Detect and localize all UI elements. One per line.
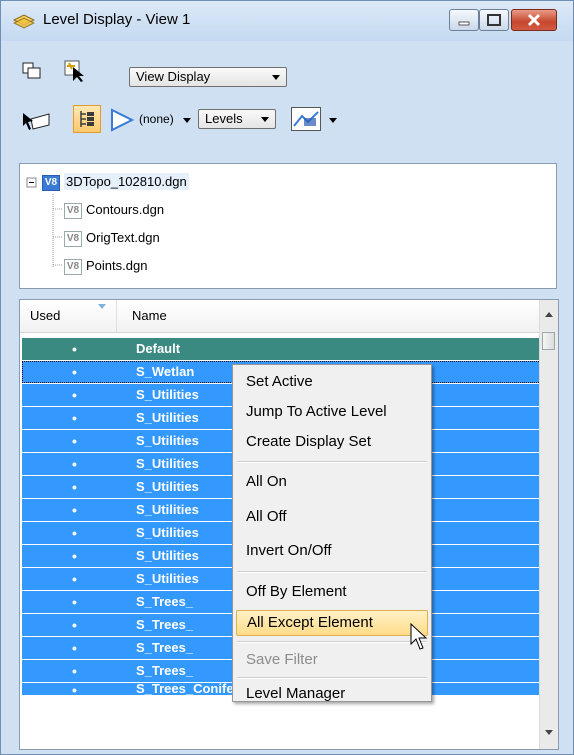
used-indicator: • (72, 594, 77, 610)
level-name: S_Trees_ (136, 617, 194, 632)
tree-item-child[interactable]: V8 OrigText.dgn (64, 230, 160, 247)
tree-item-root[interactable]: V8 3DTopo_102810.dgn (42, 173, 189, 191)
list-view-toggle[interactable] (73, 105, 101, 133)
level-name: S_Utilities (136, 456, 199, 471)
view-display-combo-value: View Display (136, 69, 211, 84)
v8-file-icon: V8 (64, 230, 82, 247)
used-indicator: • (72, 548, 77, 564)
used-indicator: • (72, 364, 77, 380)
level-display-window: Level Display - View 1 View Display (non… (0, 0, 574, 755)
filter-dropdown-icon[interactable] (183, 118, 191, 123)
menu-item-off-by-element[interactable]: Off By Element (236, 579, 428, 605)
symbology-dropdown-icon[interactable] (329, 118, 337, 123)
context-menu: Set Active Jump To Active Level Create D… (232, 364, 432, 702)
level-name: S_Utilities (136, 387, 199, 402)
level-name: S_Utilities (136, 410, 199, 425)
level-name: S_Trees_ (136, 594, 194, 609)
v8-file-icon: V8 (64, 202, 82, 219)
pointer-level-icon[interactable] (21, 109, 51, 138)
level-name: S_Utilities (136, 571, 199, 586)
scroll-down-icon[interactable] (545, 730, 553, 735)
used-indicator: • (72, 410, 77, 426)
view-display-combo[interactable]: View Display (129, 67, 287, 87)
menu-item-jump-to-active-level[interactable]: Jump To Active Level (236, 399, 428, 425)
file-tree: V8 3DTopo_102810.dgn V8 Contours.dgn V8 Ori… (19, 163, 557, 289)
menu-item-all-on[interactable]: All On (236, 469, 428, 495)
level-name: S_Trees_ (136, 640, 194, 655)
menu-separator (237, 571, 427, 573)
menu-separator (237, 641, 427, 643)
layers-icon[interactable] (21, 61, 43, 84)
menu-item-level-manager[interactable]: Level Manager (236, 681, 428, 707)
menu-item-invert-on-off[interactable]: Invert On/Off (236, 538, 428, 564)
used-indicator: • (72, 663, 77, 679)
minimize-button[interactable] (449, 9, 479, 31)
vertical-scrollbar[interactable] (539, 300, 558, 749)
used-indicator: • (72, 479, 77, 495)
sort-descending-icon (98, 304, 106, 309)
mouse-cursor-icon (409, 622, 431, 656)
level-name: S_Utilities (136, 502, 199, 517)
v8-file-icon: V8 (64, 258, 82, 275)
menu-item-save-filter[interactable]: Save Filter (236, 647, 428, 673)
filter-label[interactable]: (none) (139, 112, 174, 126)
maximize-button[interactable] (479, 9, 509, 31)
levels-combo-value: Levels (205, 111, 243, 126)
column-divider[interactable] (116, 300, 117, 332)
level-name: S_Wetlan (136, 364, 195, 379)
window-title: Level Display - View 1 (43, 11, 191, 28)
tree-item-label: Points.dgn (86, 258, 148, 273)
tree-item-child[interactable]: V8 Contours.dgn (64, 202, 164, 219)
tree-item-label: OrigText.dgn (86, 230, 160, 245)
used-indicator: • (72, 341, 77, 357)
menu-item-all-off[interactable]: All Off (236, 504, 428, 530)
used-indicator: • (72, 502, 77, 518)
menu-item-set-active[interactable]: Set Active (236, 369, 428, 395)
column-header-name[interactable]: Name (132, 308, 167, 323)
used-indicator: • (72, 433, 77, 449)
filter-icon[interactable] (109, 107, 135, 136)
scroll-thumb[interactable] (542, 332, 555, 350)
symbology-icon[interactable] (291, 107, 321, 131)
level-name: S_Utilities (136, 433, 199, 448)
grid-header: Used Name (20, 300, 541, 333)
tree-item-label: 3DTopo_102810.dgn (64, 173, 189, 190)
level-name: Default (136, 341, 181, 356)
menu-separator (237, 461, 427, 463)
v8-file-icon: V8 (42, 174, 60, 191)
used-indicator: • (72, 456, 77, 472)
used-indicator: • (72, 617, 77, 633)
level-display-app-icon (12, 11, 36, 32)
used-indicator: • (72, 683, 77, 695)
column-header-used[interactable]: Used (30, 308, 60, 323)
used-indicator: • (72, 525, 77, 541)
used-indicator: • (72, 571, 77, 587)
close-button[interactable] (511, 9, 557, 31)
chevron-down-icon (272, 75, 280, 80)
table-row[interactable]: • Default (22, 338, 541, 360)
toolbar-row-2: (none) Levels (1, 101, 573, 141)
menu-item-all-except-element[interactable]: All Except Element (236, 610, 428, 636)
level-name: S_Utilities (136, 525, 199, 540)
levels-combo[interactable]: Levels (198, 109, 276, 129)
select-pointer-icon[interactable] (63, 59, 87, 86)
toolbar-row-1: View Display (1, 57, 573, 97)
scroll-up-icon[interactable] (545, 312, 553, 317)
level-name: S_Trees_ (136, 663, 194, 678)
menu-separator (237, 677, 427, 679)
menu-item-create-display-set[interactable]: Create Display Set (236, 429, 428, 455)
chevron-down-icon (261, 117, 269, 122)
level-name: S_Utilities (136, 548, 199, 563)
used-indicator: • (72, 387, 77, 403)
used-indicator: • (72, 640, 77, 656)
level-name: S_Utilities (136, 479, 199, 494)
tree-item-child[interactable]: V8 Points.dgn (64, 258, 147, 275)
title-bar[interactable]: Level Display - View 1 (1, 1, 573, 41)
tree-item-label: Contours.dgn (86, 202, 165, 217)
